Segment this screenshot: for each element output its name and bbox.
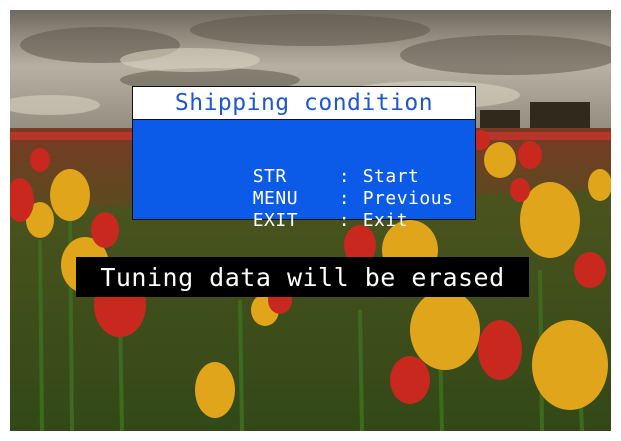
- dialog-title-bar: Shipping condition: [132, 86, 476, 120]
- warning-banner: Tuning data will be erased: [76, 257, 529, 297]
- options-menu: STR: Start MENU: Previous EXIT: Exit: [132, 120, 476, 231]
- menu-option-action: Exit: [362, 210, 409, 231]
- menu-option-separator: :: [338, 210, 351, 231]
- dialog-title: Shipping condition: [174, 90, 434, 116]
- osd-screen: Shipping condition STR: Start MENU: Previo…: [10, 10, 611, 431]
- page: Shipping condition STR: Start MENU: Previo…: [0, 0, 621, 441]
- warning-message: Tuning data will be erased: [100, 262, 505, 292]
- menu-option-key: EXIT: [252, 210, 299, 231]
- menu-option-exit[interactable]: EXIT: Exit: [162, 188, 408, 254]
